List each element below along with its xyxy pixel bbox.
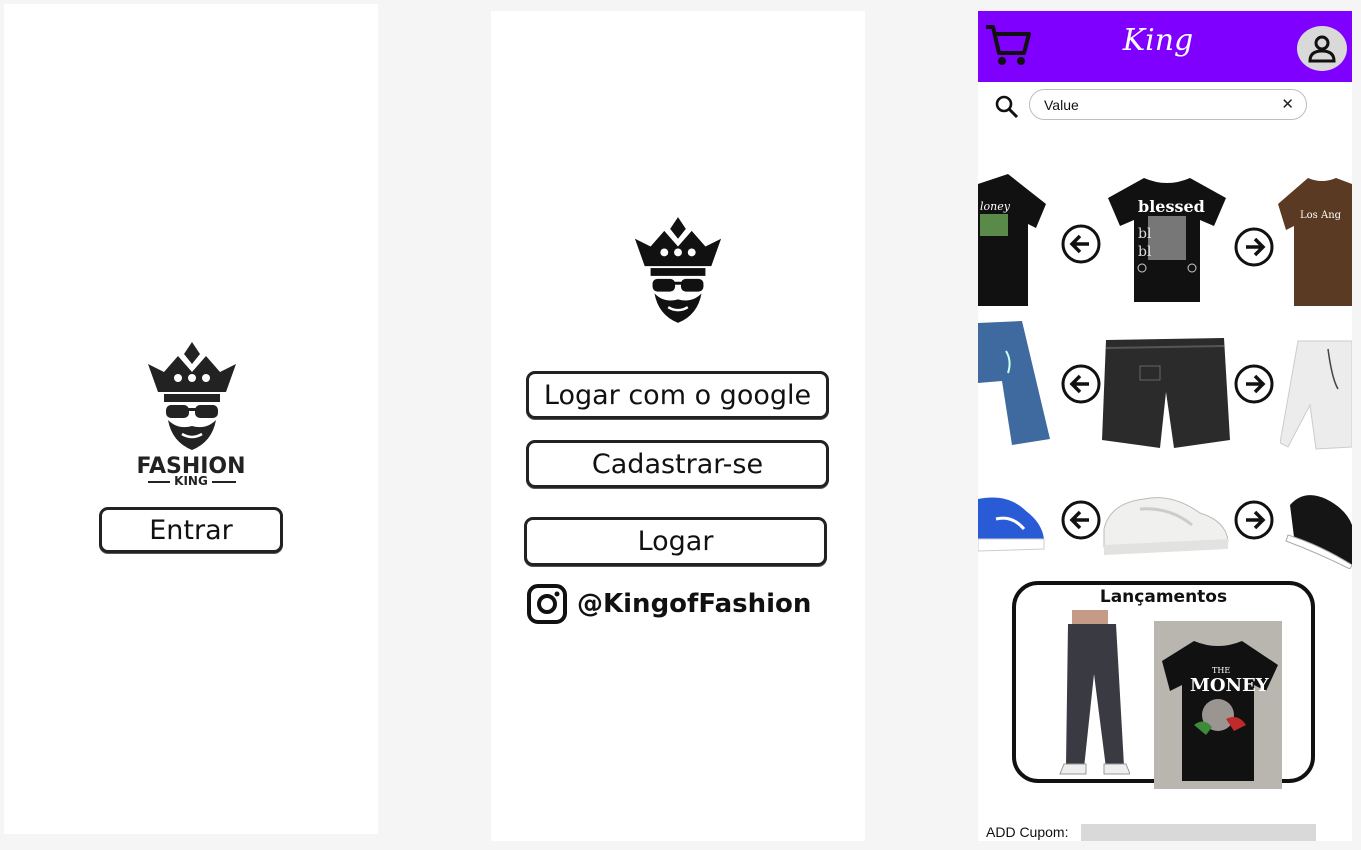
shorts-prev-arrow-icon[interactable] (1061, 364, 1101, 404)
product-tshirt-money[interactable]: loney (978, 174, 1048, 306)
enter-button[interactable]: Entrar (99, 507, 283, 553)
tshirt-next-arrow-icon[interactable] (1234, 227, 1274, 267)
launch-shirt-main-text: MONEY (1190, 675, 1270, 696)
product-tshirt-los-angeles[interactable]: Los Ang (1278, 174, 1352, 306)
product-tshirt-blessed[interactable]: blessed bl bl (1100, 174, 1234, 308)
search-icon[interactable] (995, 95, 1019, 119)
shorts-next-arrow-icon[interactable] (1234, 364, 1274, 404)
launches-panel: Lançamentos THE MONEY (1012, 581, 1315, 789)
svg-text:blessed: blessed (1138, 197, 1205, 216)
product-sneaker-blue[interactable] (978, 489, 1048, 555)
svg-text:bl: bl (1138, 226, 1152, 242)
svg-text:loney: loney (980, 200, 1011, 213)
brand-subtitle-text: KING (170, 474, 212, 488)
instagram-handle: @KingofFashion (577, 589, 812, 619)
svg-text:bl: bl (1138, 244, 1152, 260)
brand-subtitle: KING (4, 474, 378, 488)
product-sneaker-white[interactable] (1100, 489, 1232, 559)
product-shorts-white[interactable] (1280, 339, 1352, 451)
top-bar: King (978, 11, 1352, 82)
launch-shirt-small-text: THE (1212, 666, 1230, 675)
app-logo-title: King (1122, 23, 1194, 58)
profile-avatar[interactable] (1297, 26, 1347, 71)
login-button[interactable]: Logar (524, 517, 827, 566)
tshirt-prev-arrow-icon[interactable] (1061, 224, 1101, 264)
instagram-link[interactable]: @KingofFashion (527, 584, 811, 624)
sneakers-next-arrow-icon[interactable] (1234, 500, 1274, 540)
user-icon (1308, 35, 1336, 62)
google-login-button[interactable]: Logar com o google (526, 371, 829, 419)
product-shorts-black-denim[interactable] (1100, 336, 1230, 450)
coupon-label: ADD Cupom: (986, 824, 1069, 840)
sneakers-prev-arrow-icon[interactable] (1061, 500, 1101, 540)
search-input[interactable] (1044, 95, 1264, 115)
signup-button[interactable]: Cadastrar-se (526, 440, 829, 488)
launches-title: Lançamentos (1099, 587, 1228, 607)
clear-search-icon[interactable]: ✕ (1281, 95, 1294, 113)
svg-text:Los Ang: Los Ang (1300, 210, 1342, 221)
launch-product-jeans[interactable] (1058, 610, 1130, 776)
coupon-input[interactable] (1081, 824, 1316, 841)
king-logo (634, 217, 722, 323)
king-logo (148, 342, 236, 450)
launch-product-money-tshirt[interactable]: THE MONEY (1154, 621, 1282, 789)
shop-screen: King ✕ loney blessed bl bl (978, 11, 1352, 841)
cart-icon[interactable] (984, 23, 1032, 67)
search-bar: ✕ (1029, 89, 1307, 120)
login-screen: Logar com o google Cadastrar-se Logar @K… (491, 11, 865, 841)
product-shorts-denim[interactable] (978, 321, 1052, 447)
instagram-icon (527, 584, 567, 624)
product-sneaker-black[interactable] (1284, 485, 1352, 569)
splash-screen: FASHION KING Entrar (4, 4, 378, 834)
